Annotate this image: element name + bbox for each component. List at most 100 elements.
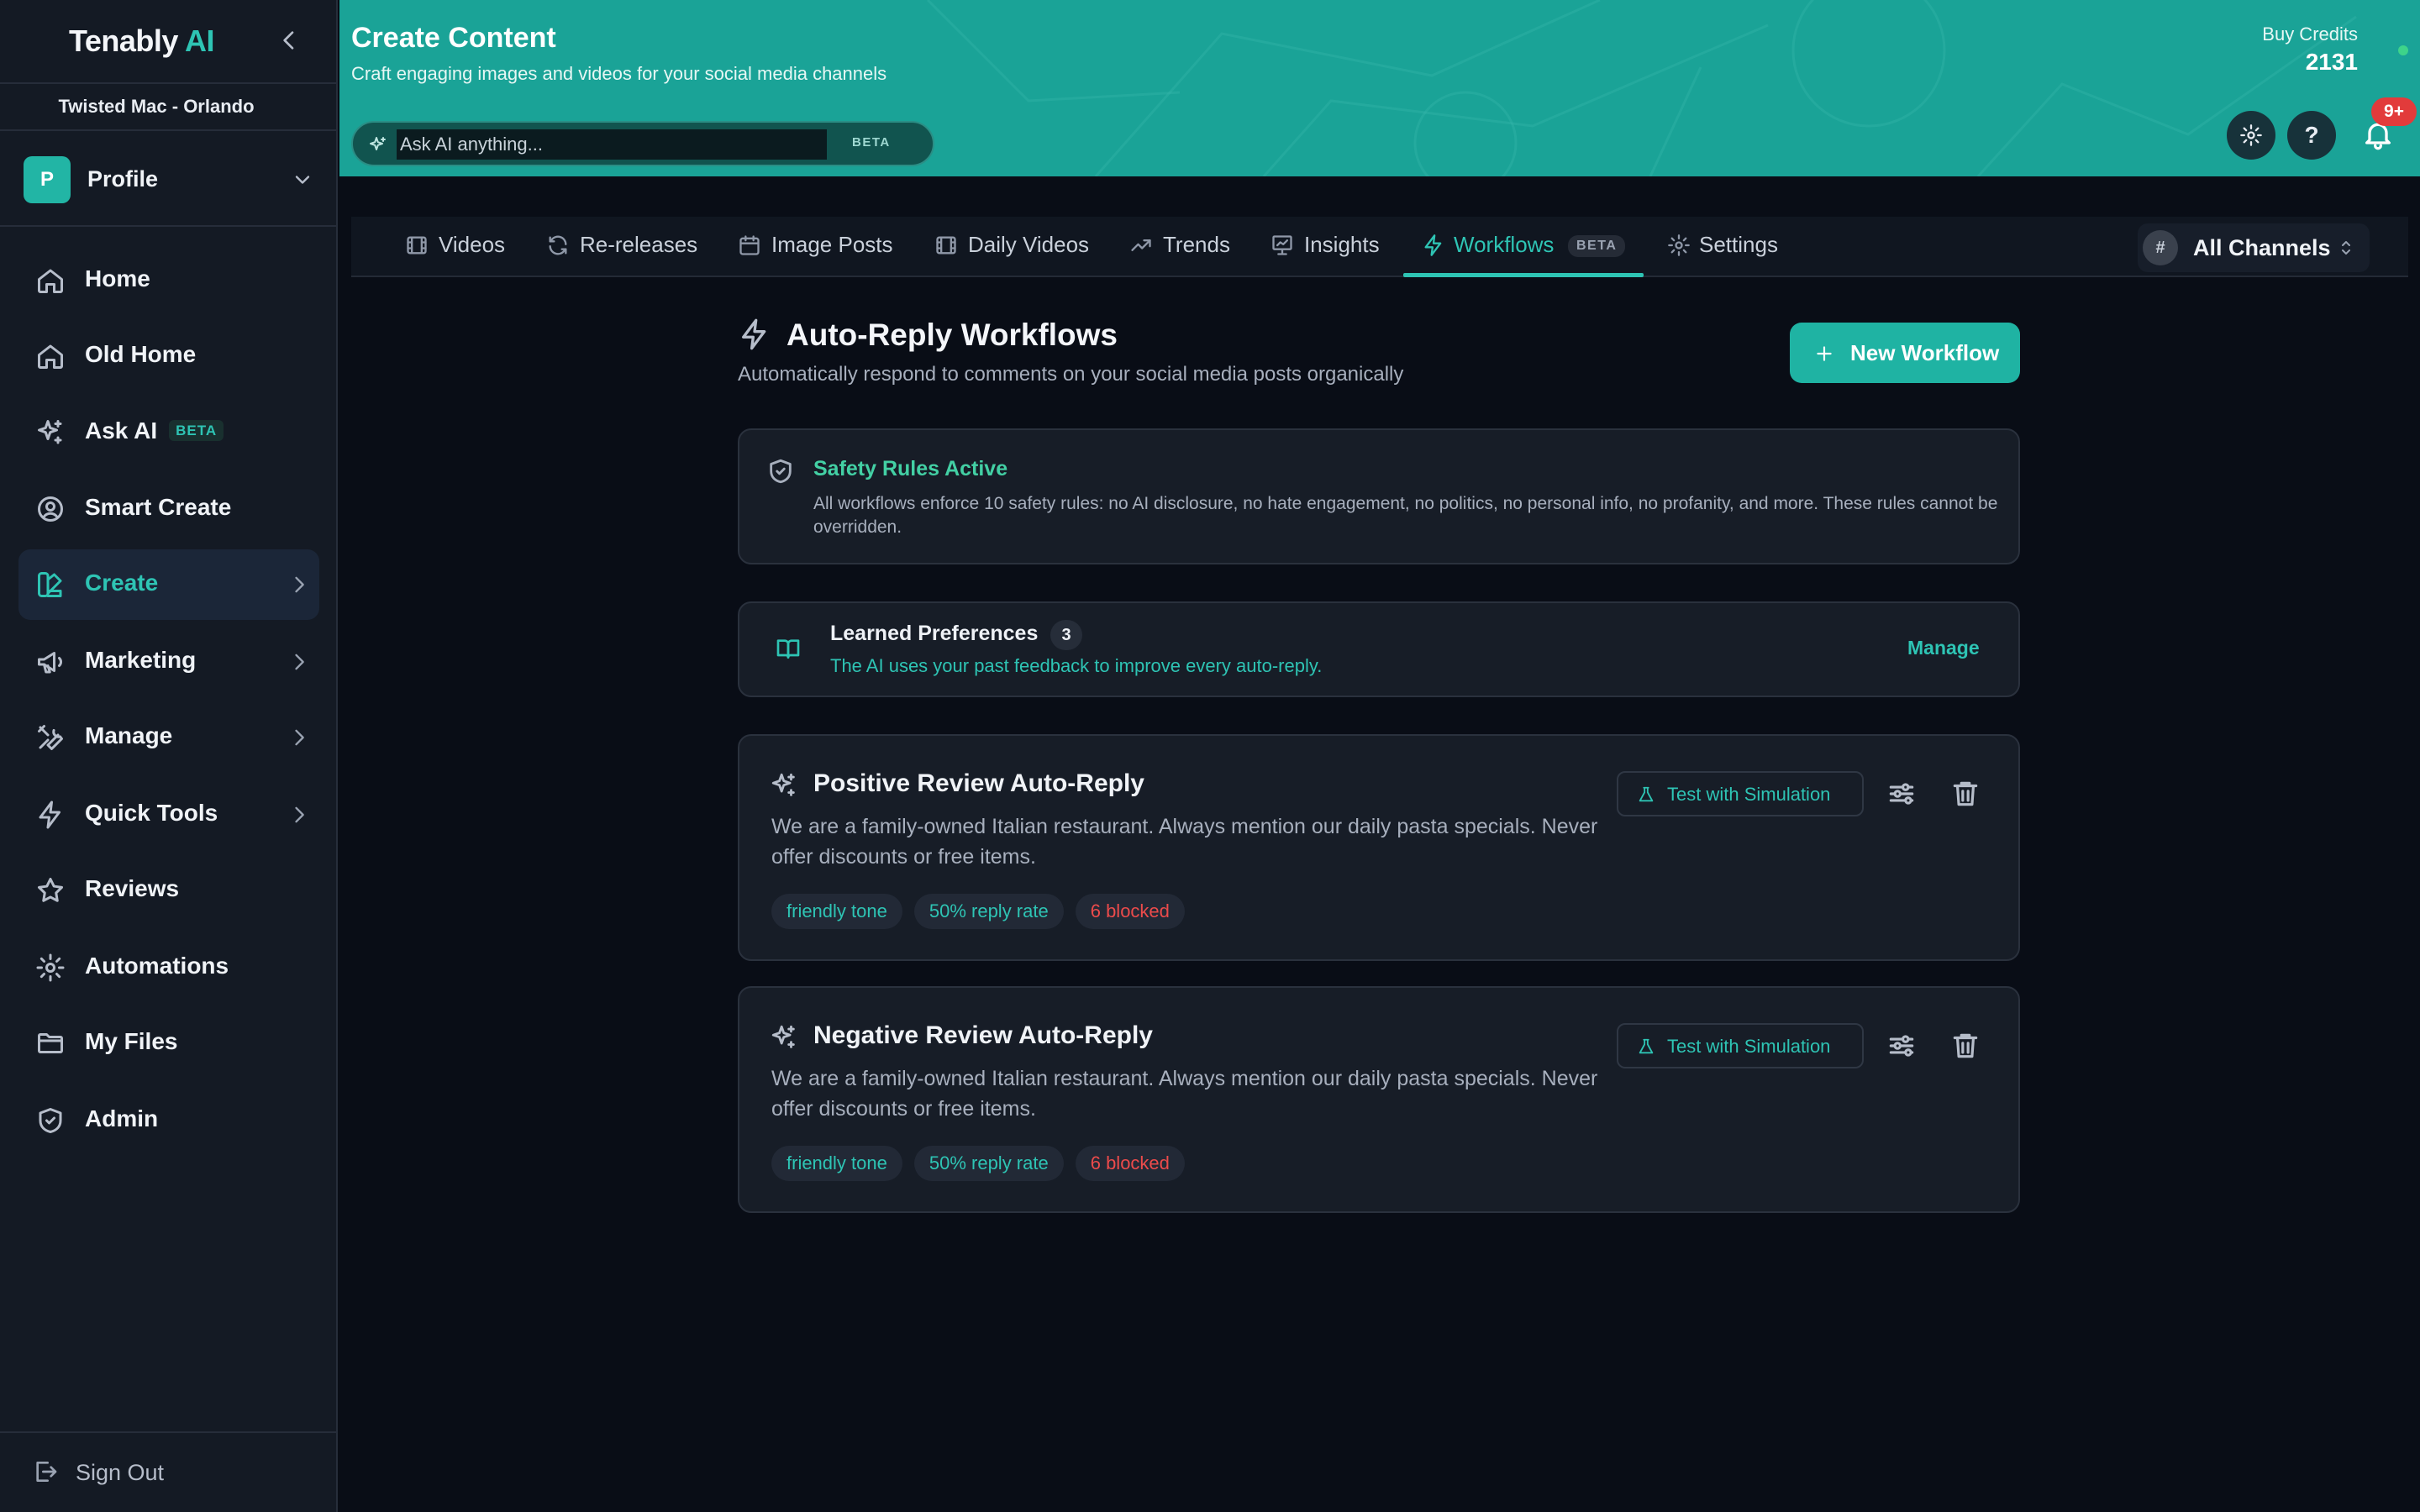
presentation-icon <box>1270 234 1294 257</box>
sparkles-icon <box>770 771 798 800</box>
new-workflow-label: New Workflow <box>1850 340 2000 365</box>
blocked-tag: 6 blocked <box>1075 894 1185 929</box>
safety-rules-title: Safety Rules Active <box>813 457 1008 480</box>
logout-icon <box>32 1458 59 1485</box>
sidebar-item-quick-tools[interactable]: Quick Tools <box>18 780 319 850</box>
test-simulation-button[interactable]: Test with Simulation <box>1617 1023 1864 1068</box>
tone-tag: friendly tone <box>771 1146 902 1181</box>
settings-button[interactable] <box>2227 111 2275 160</box>
calendar-icon <box>738 234 761 257</box>
profile-selector[interactable]: P Profile <box>24 156 316 203</box>
sidebar-divider <box>0 129 338 131</box>
test-simulation-label: Test with Simulation <box>1667 784 1831 805</box>
bolt-icon <box>1422 234 1445 257</box>
sidebar-item-old-home[interactable]: Old Home <box>18 321 319 391</box>
location-name: Twisted Mac - Orlando <box>58 96 255 117</box>
sidebar-item-ask-ai[interactable]: Ask AI BETA <box>18 397 319 468</box>
credits-balance: 2131 <box>2305 49 2358 75</box>
ask-ai-input[interactable] <box>397 129 827 160</box>
tone-tag: friendly tone <box>771 894 902 929</box>
megaphone-icon <box>35 647 66 677</box>
sparkles-icon <box>770 1023 798 1052</box>
sidebar-item-admin[interactable]: Admin <box>18 1085 319 1156</box>
workflow-tags: friendly tone 50% reply rate 6 blocked <box>771 1146 1185 1181</box>
sidebar-item-my-files[interactable]: My Files <box>18 1008 319 1079</box>
blocked-tag: 6 blocked <box>1075 1146 1185 1181</box>
workflow-card: Positive Review Auto-Reply We are a fami… <box>738 734 2020 961</box>
chevron-left-icon[interactable] <box>276 27 302 54</box>
refresh-icon <box>546 234 570 257</box>
sidebar-item-label: Ask AI BETA <box>85 417 224 444</box>
test-simulation-label: Test with Simulation <box>1667 1036 1831 1057</box>
delete-workflow-button[interactable] <box>1949 1030 1981 1062</box>
chevron-right-icon <box>287 650 311 674</box>
workflow-tags: friendly tone 50% reply rate 6 blocked <box>771 894 1185 929</box>
channel-selector-label: All Channels <box>2193 235 2331 260</box>
page-title: Create Content <box>351 22 556 54</box>
tab-label: Workflows <box>1454 232 1555 257</box>
buy-credits-link[interactable]: Buy Credits <box>2262 24 2358 45</box>
notification-badge: 9+ <box>2371 97 2417 126</box>
film-icon <box>405 234 429 257</box>
sidebar-item-automations[interactable]: Automations <box>18 932 319 1003</box>
test-simulation-button[interactable]: Test with Simulation <box>1617 771 1864 816</box>
tab-label: Videos <box>439 232 506 257</box>
user-circle-icon <box>35 494 66 524</box>
learned-preferences-title: Learned Preferences <box>830 622 1039 645</box>
sliders-icon <box>1886 778 1918 810</box>
tab-label: Trends <box>1163 232 1230 257</box>
workflow-description: We are a family-owned Italian restaurant… <box>771 1067 1598 1121</box>
book-open-icon <box>775 635 802 662</box>
sidebar-item-reviews[interactable]: Reviews <box>18 855 319 926</box>
workflow-title: Positive Review Auto-Reply <box>813 769 1144 797</box>
workflow-title: Negative Review Auto-Reply <box>813 1021 1153 1049</box>
section-title: Auto-Reply Workflows <box>786 318 1118 352</box>
sidebar-item-create[interactable]: Create <box>18 549 319 620</box>
sidebar-item-home[interactable]: Home <box>18 245 319 316</box>
bolt-icon <box>738 318 771 351</box>
sidebar-item-marketing[interactable]: Marketing <box>18 627 319 697</box>
bolt-icon <box>35 800 66 830</box>
sidebar-item-label: Create <box>85 570 159 596</box>
sidebar-item-label: Home <box>85 265 150 291</box>
sidebar-item-label: Automations <box>85 953 229 979</box>
safety-rules-description: All workflows enforce 10 safety rules: n… <box>813 494 1998 537</box>
sidebar-divider <box>0 225 338 227</box>
channel-avatar: # <box>2143 230 2178 265</box>
reply-rate-tag: 50% reply rate <box>913 894 1064 929</box>
channel-selector[interactable]: # All Channels <box>2138 223 2370 272</box>
sidebar-item-label: My Files <box>85 1028 178 1054</box>
tab-label: Image Posts <box>771 232 893 257</box>
palette-icon <box>35 570 66 600</box>
beta-badge: BETA <box>852 135 891 150</box>
brand-logo[interactable]: Tenably AI <box>69 24 215 59</box>
sidebar-item-label: Manage <box>85 722 173 748</box>
chevron-right-icon <box>287 803 311 827</box>
manage-preferences-link[interactable]: Manage <box>1907 637 1980 659</box>
help-button[interactable]: ? <box>2287 111 2336 160</box>
sidebar-divider <box>0 1431 338 1433</box>
sidebar-divider <box>0 82 338 84</box>
edit-workflow-button[interactable] <box>1886 778 1918 810</box>
safety-rules-card: Safety Rules Active All workflows enforc… <box>738 428 2020 564</box>
ask-ai-bar[interactable]: BETA <box>351 121 934 166</box>
learned-preferences-count: 3 <box>1050 620 1082 650</box>
chevron-up-down-icon <box>2336 238 2356 258</box>
tab-label: Re-releases <box>580 232 698 257</box>
edit-workflow-button[interactable] <box>1886 1030 1918 1062</box>
beta-badge: BETA <box>169 420 224 441</box>
sidebar: Tenably AI Twisted Mac - Orlando P Profi… <box>0 0 338 1512</box>
gear-icon <box>1667 234 1691 257</box>
new-workflow-button[interactable]: New Workflow <box>1790 323 2020 383</box>
learned-preferences-card: Learned Preferences 3 The AI uses your p… <box>738 601 2020 697</box>
flask-icon <box>1637 785 1655 804</box>
sidebar-item-label: Marketing <box>85 647 197 673</box>
trash-icon <box>1949 1030 1981 1062</box>
delete-workflow-button[interactable] <box>1949 778 1981 810</box>
sidebar-item-smart-create[interactable]: Smart Create <box>18 474 319 544</box>
sidebar-item-manage[interactable]: Manage <box>18 702 319 773</box>
tab-label: Settings <box>1699 232 1778 257</box>
sign-out-label: Sign Out <box>76 1460 165 1485</box>
home-icon <box>35 265 66 296</box>
header-banner: Create Content Craft engaging images and… <box>339 0 2420 176</box>
